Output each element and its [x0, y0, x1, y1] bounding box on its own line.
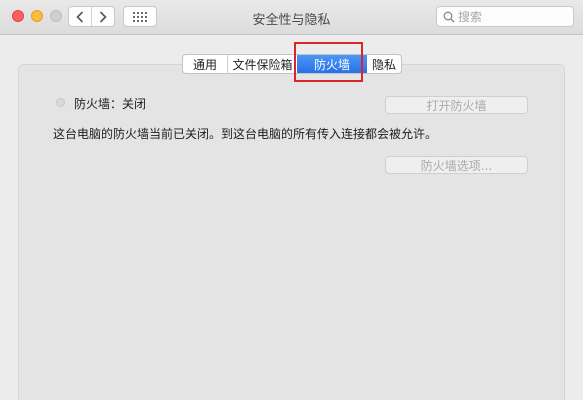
minimize-window-button[interactable] — [31, 10, 43, 22]
chevron-right-icon — [99, 10, 107, 23]
firewall-status-indicator — [56, 98, 65, 107]
security-privacy-window: 安全性与隐私 通用 文件保险箱 防火墙 隐私 防火墙：关闭 打开防火墙 这台电脑… — [0, 0, 583, 400]
show-all-button[interactable] — [123, 6, 157, 27]
tab-filevault[interactable]: 文件保险箱 — [227, 55, 297, 73]
chevron-left-icon — [76, 10, 84, 23]
forward-button[interactable] — [91, 7, 114, 26]
tab-general[interactable]: 通用 — [183, 55, 227, 73]
navigation-buttons — [68, 6, 115, 27]
search-input[interactable] — [458, 9, 568, 24]
zoom-window-button[interactable] — [50, 10, 62, 22]
tab-firewall[interactable]: 防火墙 — [297, 55, 367, 73]
firewall-description: 这台电脑的防火墙当前已关闭。到这台电脑的所有传入连接都会被允许。 — [53, 127, 438, 141]
content-panel — [18, 64, 565, 400]
turn-on-firewall-button[interactable]: 打开防火墙 — [385, 96, 528, 114]
firewall-options-button[interactable]: 防火墙选项... — [385, 156, 528, 174]
tab-privacy[interactable]: 隐私 — [367, 55, 401, 73]
grid-icon — [133, 11, 147, 22]
search-field[interactable] — [436, 6, 574, 27]
close-window-button[interactable] — [12, 10, 24, 22]
search-icon — [443, 11, 455, 23]
tab-bar: 通用 文件保险箱 防火墙 隐私 — [182, 54, 402, 74]
firewall-status-label: 防火墙：关闭 — [74, 97, 147, 111]
toolbar: 安全性与隐私 — [0, 0, 583, 35]
back-button[interactable] — [69, 7, 91, 26]
